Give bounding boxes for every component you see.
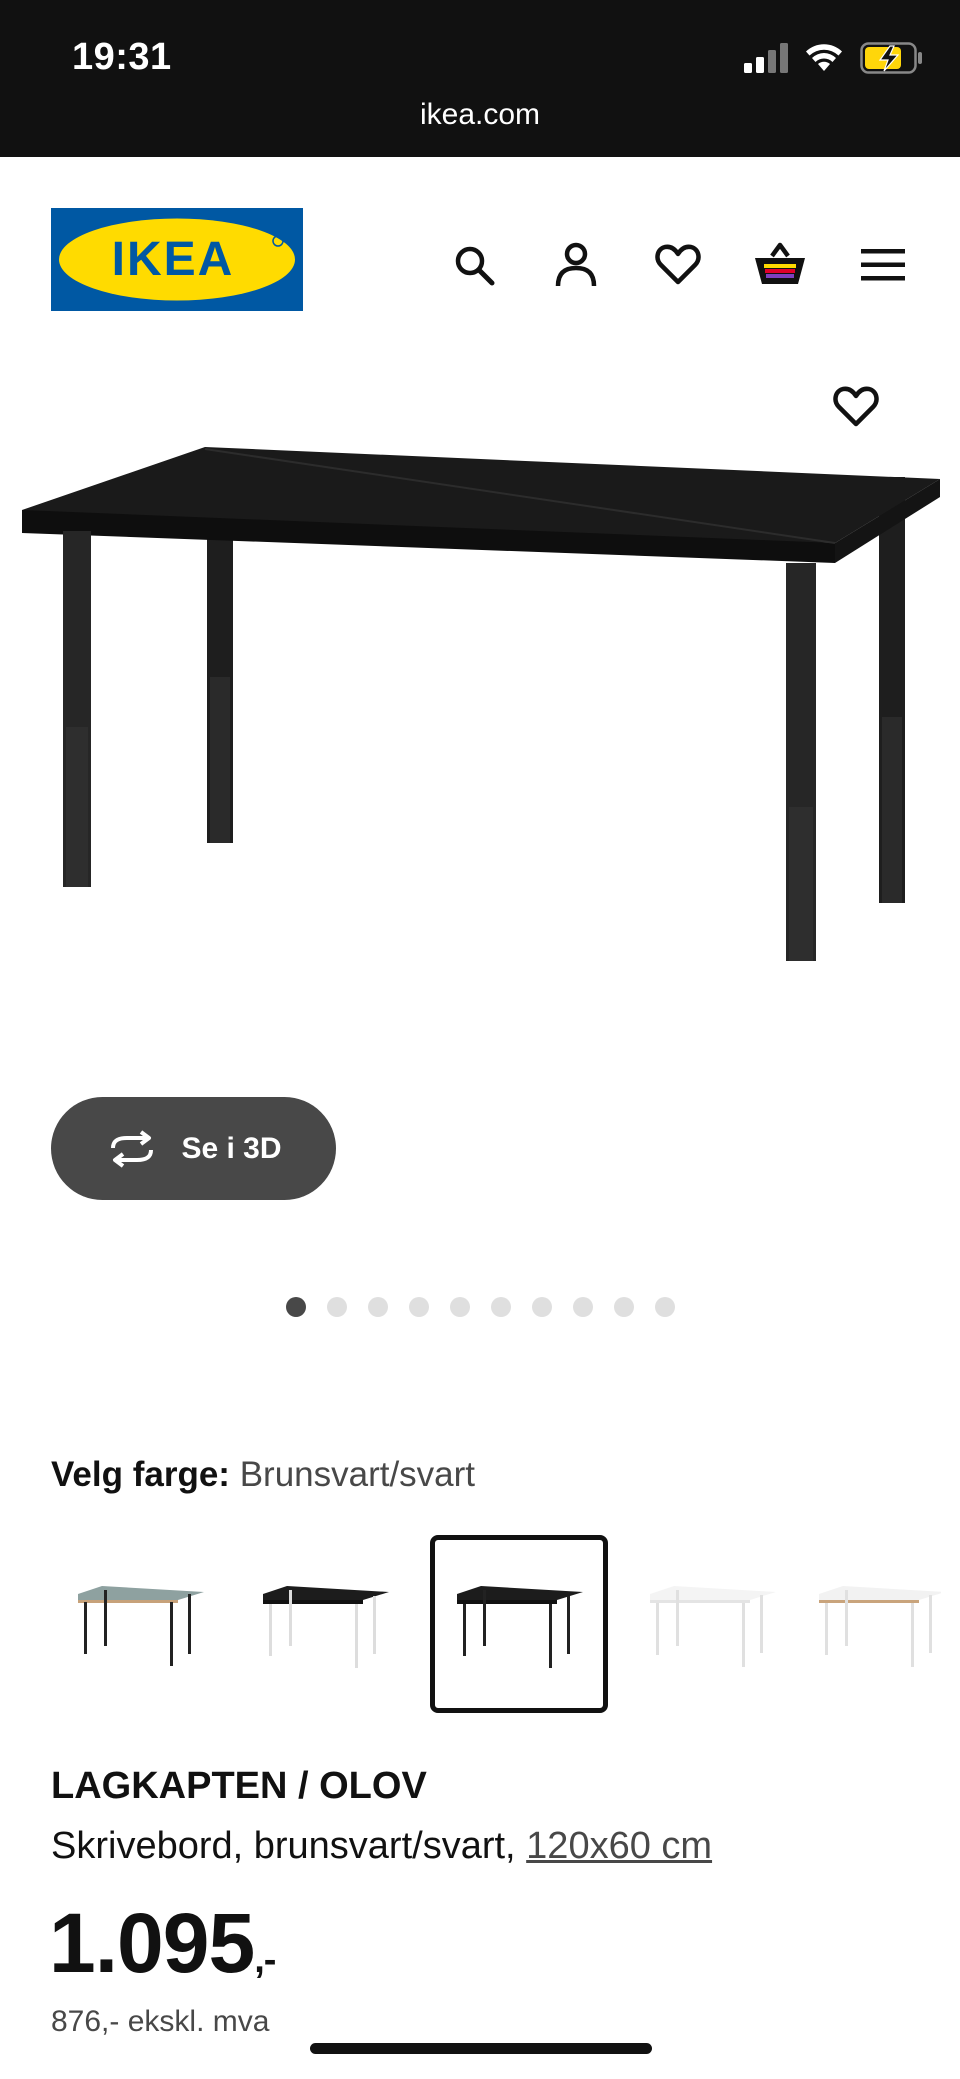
status-bar: 19:31 ikea.com	[0, 0, 960, 157]
gallery-dot[interactable]	[531, 1297, 552, 1317]
product-image	[22, 447, 940, 961]
color-swatch-grey-blue[interactable]	[51, 1535, 229, 1713]
product-name: LAGKAPTEN / OLOV	[51, 1765, 427, 1807]
product-dimensions-link[interactable]: 120x60 cm	[526, 1825, 712, 1867]
favourites-button[interactable]	[650, 237, 706, 293]
gallery-dot[interactable]	[490, 1297, 511, 1317]
gallery-dot[interactable]	[449, 1297, 470, 1317]
cart-icon	[755, 242, 805, 284]
color-chooser-label: Velg farge: Brunsvart/svart	[51, 1455, 475, 1495]
swatch-image	[457, 1586, 583, 1668]
account-icon	[555, 242, 597, 287]
gallery-pagination[interactable]	[0, 1297, 960, 1317]
menu-icon	[861, 249, 905, 281]
product-price: 1.095,-	[49, 1895, 276, 1992]
wifi-icon	[806, 44, 842, 71]
account-button[interactable]	[548, 237, 604, 293]
browser-url[interactable]: ikea.com	[0, 98, 960, 132]
color-label-heading: Velg farge:	[51, 1455, 230, 1494]
swatch-image	[78, 1586, 204, 1666]
menu-button[interactable]	[855, 237, 911, 293]
price-suffix: ,-	[254, 1939, 276, 1981]
color-swatch-black-white[interactable]	[236, 1535, 414, 1713]
heart-icon	[655, 244, 701, 285]
swatch-image	[819, 1586, 941, 1667]
color-swatch-black-black[interactable]	[430, 1535, 608, 1713]
gallery-dot[interactable]	[367, 1297, 388, 1317]
battery-charging-icon	[860, 42, 922, 74]
status-icons	[744, 40, 924, 76]
site-header: IKEA	[0, 157, 960, 357]
color-swatch-white-white[interactable]	[623, 1535, 801, 1713]
price-integer: 1.095	[49, 1896, 255, 1990]
home-indicator[interactable]	[310, 2043, 652, 2054]
color-label-value: Brunsvart/svart	[239, 1455, 476, 1494]
gallery-dot[interactable]	[285, 1297, 306, 1317]
gallery-dot[interactable]	[572, 1297, 593, 1317]
view-in-3d-button[interactable]: Se i 3D	[51, 1097, 336, 1200]
product-type: Skrivebord, brunsvart/svart,	[51, 1825, 516, 1867]
product-description: Skrivebord, brunsvart/svart, 120x60 cm	[51, 1825, 712, 1868]
search-icon	[455, 246, 495, 286]
cart-button[interactable]	[752, 237, 808, 293]
product-gallery[interactable]: Se i 3D	[0, 357, 960, 1317]
color-swatch-white-oak[interactable]	[811, 1535, 960, 1713]
signal-icon	[744, 43, 788, 73]
status-time: 19:31	[72, 36, 172, 78]
gallery-dot[interactable]	[654, 1297, 675, 1317]
price-excl-vat: 876,- ekskl. mva	[51, 2005, 270, 2038]
color-swatches	[51, 1535, 960, 1715]
gallery-dot[interactable]	[613, 1297, 634, 1317]
gallery-dot[interactable]	[408, 1297, 429, 1317]
view-in-3d-label: Se i 3D	[181, 1131, 282, 1165]
swatch-image	[263, 1586, 389, 1668]
rotate-3d-icon	[111, 1129, 154, 1168]
gallery-dot[interactable]	[326, 1297, 347, 1317]
swatch-image	[650, 1586, 776, 1667]
search-button[interactable]	[446, 237, 502, 293]
